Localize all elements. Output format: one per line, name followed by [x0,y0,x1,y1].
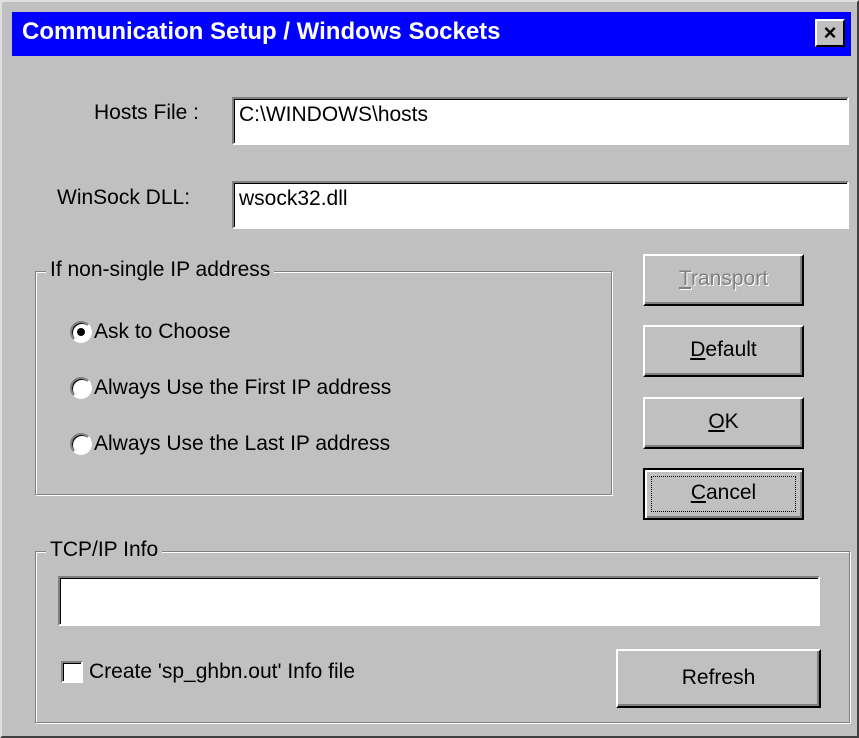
ok-label: K [724,410,739,433]
transport-label: ransport [691,267,769,290]
dialog-window: Communication Setup / Windows Sockets × … [0,0,859,738]
radio-label: Always Use the Last IP address [94,432,391,455]
default-mnemonic: D [690,338,706,361]
tcpip-info-field[interactable] [58,576,820,626]
winsock-dll-input[interactable]: wsock32.dll [232,181,849,229]
default-label: efault [705,338,757,361]
window-title: Communication Setup / Windows Sockets [22,18,501,45]
winsock-dll-label: WinSock DLL: [57,186,191,209]
radio-button[interactable] [70,377,92,399]
cancel-button[interactable]: Cancel [643,468,804,520]
radio-button[interactable] [70,433,92,455]
create-info-file-label: Create 'sp_ghbn.out' Info file [89,660,356,683]
winsock-dll-value: wsock32.dll [239,187,348,210]
refresh-label: Refresh [681,666,756,689]
radio-last-ip[interactable]: Always Use the Last IP address [70,429,390,459]
transport-button[interactable]: Transport [643,254,804,306]
title-bar[interactable]: Communication Setup / Windows Sockets × [12,12,851,56]
tcpip-group-legend: TCP/IP Info [46,538,163,562]
transport-mnemonic: T [678,267,691,290]
hosts-file-value: C:\WINDOWS\hosts [239,103,429,126]
radio-label: Ask to Choose [94,320,231,343]
tcpip-info-group: TCP/IP Info Create 'sp_ghbn.out' Info fi… [35,538,850,723]
radio-button-checked[interactable] [70,321,92,343]
radio-label: Always Use the First IP address [94,376,392,399]
hosts-file-label: Hosts File : [94,101,200,124]
default-button[interactable]: Default [643,325,804,377]
radio-ask-to-choose[interactable]: Ask to Choose [70,317,231,347]
ip-group-legend: If non-single IP address [46,258,275,282]
hosts-file-input[interactable]: C:\WINDOWS\hosts [232,97,849,145]
close-icon: × [823,20,837,45]
ok-button[interactable]: OK [643,397,804,449]
refresh-button[interactable]: Refresh [616,649,821,708]
create-info-file-checkbox[interactable] [61,661,83,683]
ip-address-group: If non-single IP address Ask to Choose A… [35,258,612,495]
create-info-file-checkbox-row[interactable]: Create 'sp_ghbn.out' Info file [61,657,355,687]
focus-rectangle [651,476,796,512]
radio-first-ip[interactable]: Always Use the First IP address [70,373,391,403]
close-button[interactable]: × [815,19,845,47]
ok-mnemonic: O [708,410,725,433]
